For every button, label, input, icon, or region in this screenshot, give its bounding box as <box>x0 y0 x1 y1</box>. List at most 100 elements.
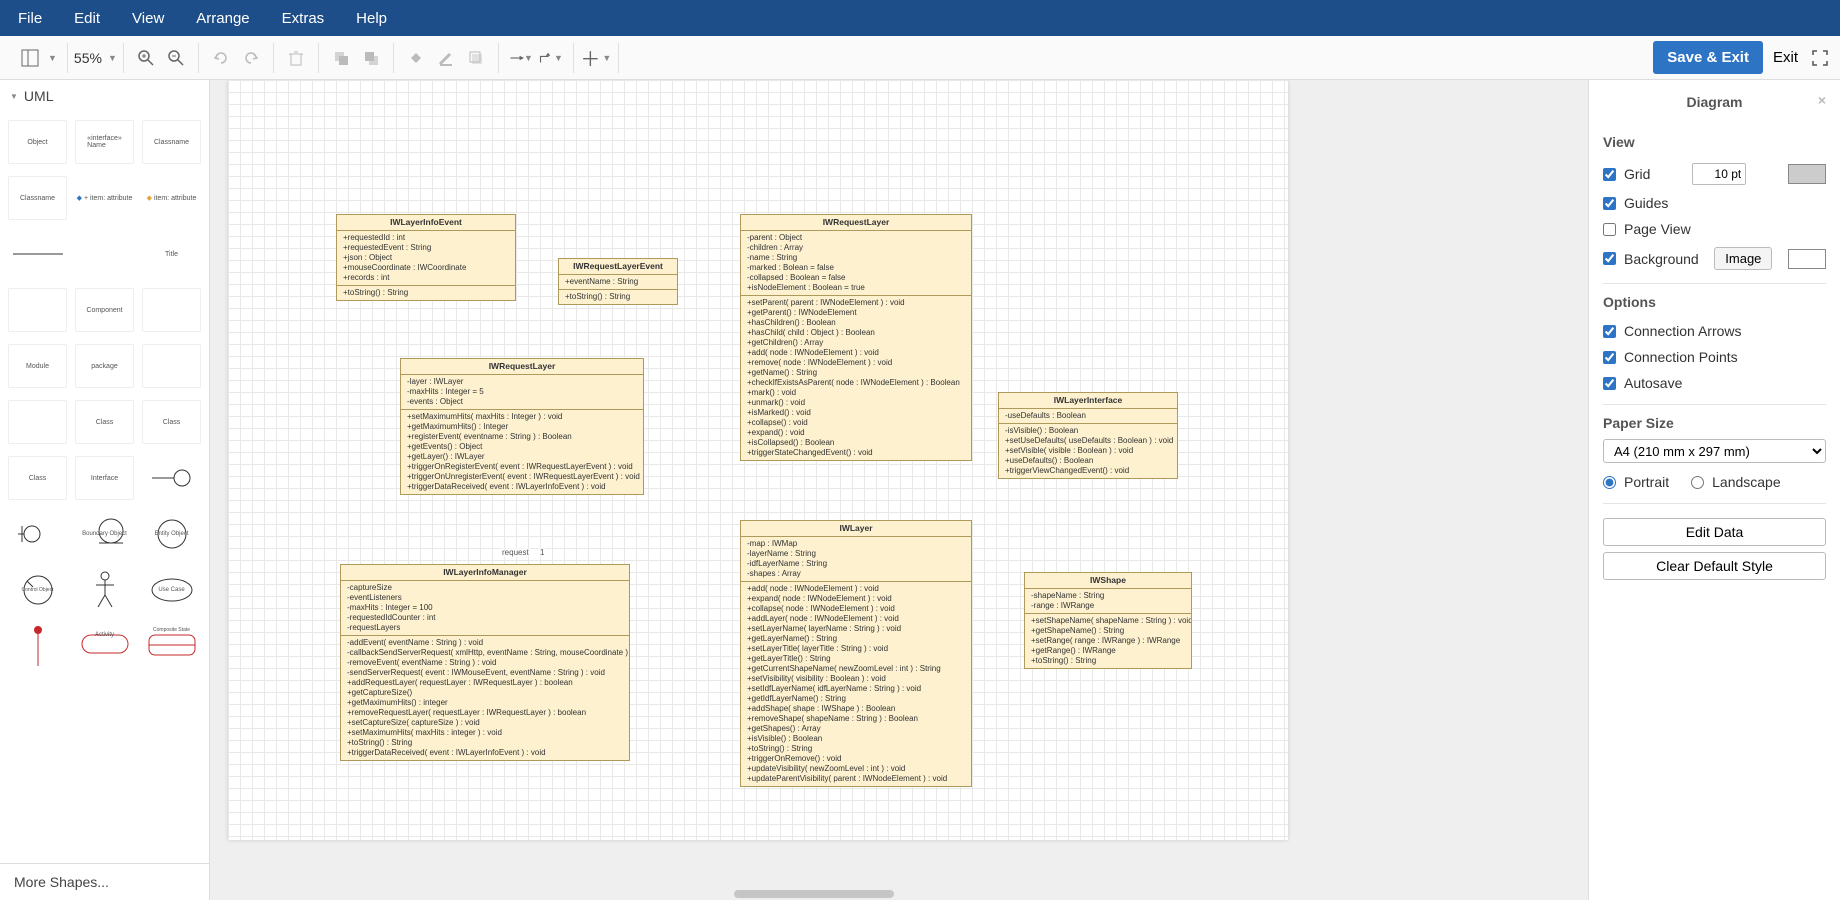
shape-thumb[interactable]: ◆ + item: attribute <box>75 176 134 220</box>
horizontal-scrollbar[interactable] <box>734 890 894 898</box>
shape-thumb[interactable]: Classname <box>142 120 201 164</box>
shape-thumb[interactable]: Entity Object <box>142 512 201 556</box>
format-panel: Diagram× View Grid Guides Page View Back… <box>1588 80 1840 900</box>
shape-thumb[interactable]: Component <box>75 288 134 332</box>
menubar: File Edit View Arrange Extras Help <box>0 0 1840 36</box>
section-paper: Paper Size <box>1603 415 1826 431</box>
diagram-page[interactable]: request 1 IWLayerInfoEvent +requestedId … <box>228 80 1288 840</box>
shape-thumb[interactable] <box>8 400 67 444</box>
uml-class-IWRequestLayer-node[interactable]: IWRequestLayer -parent : Object -childre… <box>740 214 972 461</box>
rel-label-request: request <box>500 548 531 557</box>
grid-color-swatch[interactable] <box>1788 164 1826 184</box>
chevron-down-icon[interactable]: ▼ <box>48 53 57 63</box>
zoom-in-icon[interactable] <box>134 46 158 70</box>
uml-class-IWLayer[interactable]: IWLayer -map : IWMap -layerName : String… <box>740 520 972 787</box>
grid-size-input[interactable] <box>1692 163 1746 185</box>
image-button[interactable]: Image <box>1714 247 1772 270</box>
shape-thumb[interactable]: package <box>75 344 134 388</box>
shape-thumb[interactable] <box>8 512 67 556</box>
shape-thumb[interactable]: Object <box>8 120 67 164</box>
waypoint-icon[interactable]: ▼ <box>539 46 563 70</box>
paper-size-select[interactable]: A4 (210 mm x 297 mm) <box>1603 439 1826 463</box>
fill-icon[interactable] <box>404 46 428 70</box>
guides-label: Guides <box>1624 195 1668 211</box>
shapes-sidebar: UML Object «interface» Name Classname Cl… <box>0 80 210 900</box>
shape-thumb[interactable]: Class <box>75 400 134 444</box>
undo-icon[interactable] <box>209 46 233 70</box>
menu-arrange[interactable]: Arrange <box>196 10 249 27</box>
sidebar-section-uml[interactable]: UML <box>0 80 209 112</box>
uml-class-IWRequestLayer[interactable]: IWRequestLayer -layer : IWLayer -maxHits… <box>400 358 644 495</box>
to-front-icon[interactable] <box>329 46 353 70</box>
shape-thumb[interactable] <box>142 344 201 388</box>
close-icon[interactable]: × <box>1818 92 1826 108</box>
zoom-out-icon[interactable] <box>164 46 188 70</box>
canvas[interactable]: request 1 IWLayerInfoEvent +requestedId … <box>210 80 1588 900</box>
menu-file[interactable]: File <box>18 10 42 27</box>
shape-thumb[interactable]: Composite State <box>142 624 201 668</box>
shape-thumb[interactable] <box>8 288 67 332</box>
menu-help[interactable]: Help <box>356 10 387 27</box>
shape-thumb[interactable] <box>8 624 67 668</box>
menu-extras[interactable]: Extras <box>282 10 325 27</box>
shape-thumb[interactable]: Control Object <box>8 568 67 612</box>
fullscreen-icon[interactable] <box>1808 46 1832 70</box>
layout-icon[interactable] <box>18 46 42 70</box>
zoom-level[interactable]: 55% <box>74 50 102 66</box>
pageview-checkbox[interactable] <box>1603 223 1616 236</box>
shape-thumb[interactable]: Title <box>142 232 201 276</box>
background-checkbox[interactable] <box>1603 252 1616 265</box>
shape-thumb[interactable] <box>75 232 134 276</box>
shapes-grid: Object «interface» Name Classname Classn… <box>0 112 209 863</box>
toolbar: ▼ 55% ▼ ▼ ▼ ＋▼ Save & Exit Exit <box>0 36 1840 80</box>
shape-thumb[interactable]: Class <box>142 400 201 444</box>
uml-class-IWLayerInfoEvent[interactable]: IWLayerInfoEvent +requestedId : int +req… <box>336 214 516 301</box>
guides-checkbox[interactable] <box>1603 197 1616 210</box>
conn-arrows-checkbox[interactable] <box>1603 325 1616 338</box>
stroke-icon[interactable] <box>434 46 458 70</box>
to-back-icon[interactable] <box>359 46 383 70</box>
chevron-down-icon[interactable]: ▼ <box>108 53 117 63</box>
shape-thumb[interactable]: Activity <box>75 624 134 668</box>
shape-thumb[interactable]: Module <box>8 344 67 388</box>
shape-thumb[interactable]: Interface <box>75 456 134 500</box>
save-exit-button[interactable]: Save & Exit <box>1653 41 1763 74</box>
menu-edit[interactable]: Edit <box>74 10 100 27</box>
shape-thumb[interactable] <box>142 456 201 500</box>
connection-icon[interactable]: ▼ <box>509 46 533 70</box>
redo-icon[interactable] <box>239 46 263 70</box>
edit-data-button[interactable]: Edit Data <box>1603 518 1826 546</box>
shape-thumb[interactable]: «interface» Name <box>75 120 134 164</box>
shape-thumb[interactable]: ◆ item: attribute <box>142 176 201 220</box>
grid-checkbox[interactable] <box>1603 168 1616 181</box>
shape-thumb[interactable] <box>75 568 134 612</box>
background-label: Background <box>1624 251 1699 267</box>
pageview-label: Page View <box>1624 221 1691 237</box>
conn-points-label: Connection Points <box>1624 349 1738 365</box>
autosave-checkbox[interactable] <box>1603 377 1616 390</box>
portrait-radio[interactable] <box>1603 476 1616 489</box>
uml-class-IWLayerInterface[interactable]: IWLayerInterface -useDefaults : Boolean … <box>998 392 1178 479</box>
conn-points-checkbox[interactable] <box>1603 351 1616 364</box>
shape-thumb[interactable] <box>142 288 201 332</box>
shape-thumb[interactable] <box>8 232 67 276</box>
more-shapes-button[interactable]: More Shapes... <box>0 863 209 900</box>
shadow-icon[interactable] <box>464 46 488 70</box>
shape-thumb[interactable]: Class <box>8 456 67 500</box>
uml-class-IWShape[interactable]: IWShape -shapeName : String -range : IWR… <box>1024 572 1192 669</box>
delete-icon[interactable] <box>284 46 308 70</box>
background-color-swatch[interactable] <box>1788 249 1826 269</box>
uml-class-IWRequestLayerEvent[interactable]: IWRequestLayerEvent +eventName : String … <box>558 258 678 305</box>
clear-style-button[interactable]: Clear Default Style <box>1603 552 1826 580</box>
connectors <box>228 80 528 230</box>
add-icon[interactable]: ＋▼ <box>584 46 608 70</box>
grid-label: Grid <box>1624 166 1650 182</box>
menu-view[interactable]: View <box>132 10 164 27</box>
shape-thumb[interactable]: Boundary Object <box>75 512 134 556</box>
landscape-radio[interactable] <box>1691 476 1704 489</box>
portrait-label: Portrait <box>1624 474 1669 490</box>
shape-thumb[interactable]: Classname <box>8 176 67 220</box>
uml-class-IWLayerInfoManager[interactable]: IWLayerInfoManager -captureSize -eventLi… <box>340 564 630 761</box>
shape-thumb[interactable]: Use Case <box>142 568 201 612</box>
exit-button[interactable]: Exit <box>1763 41 1808 74</box>
